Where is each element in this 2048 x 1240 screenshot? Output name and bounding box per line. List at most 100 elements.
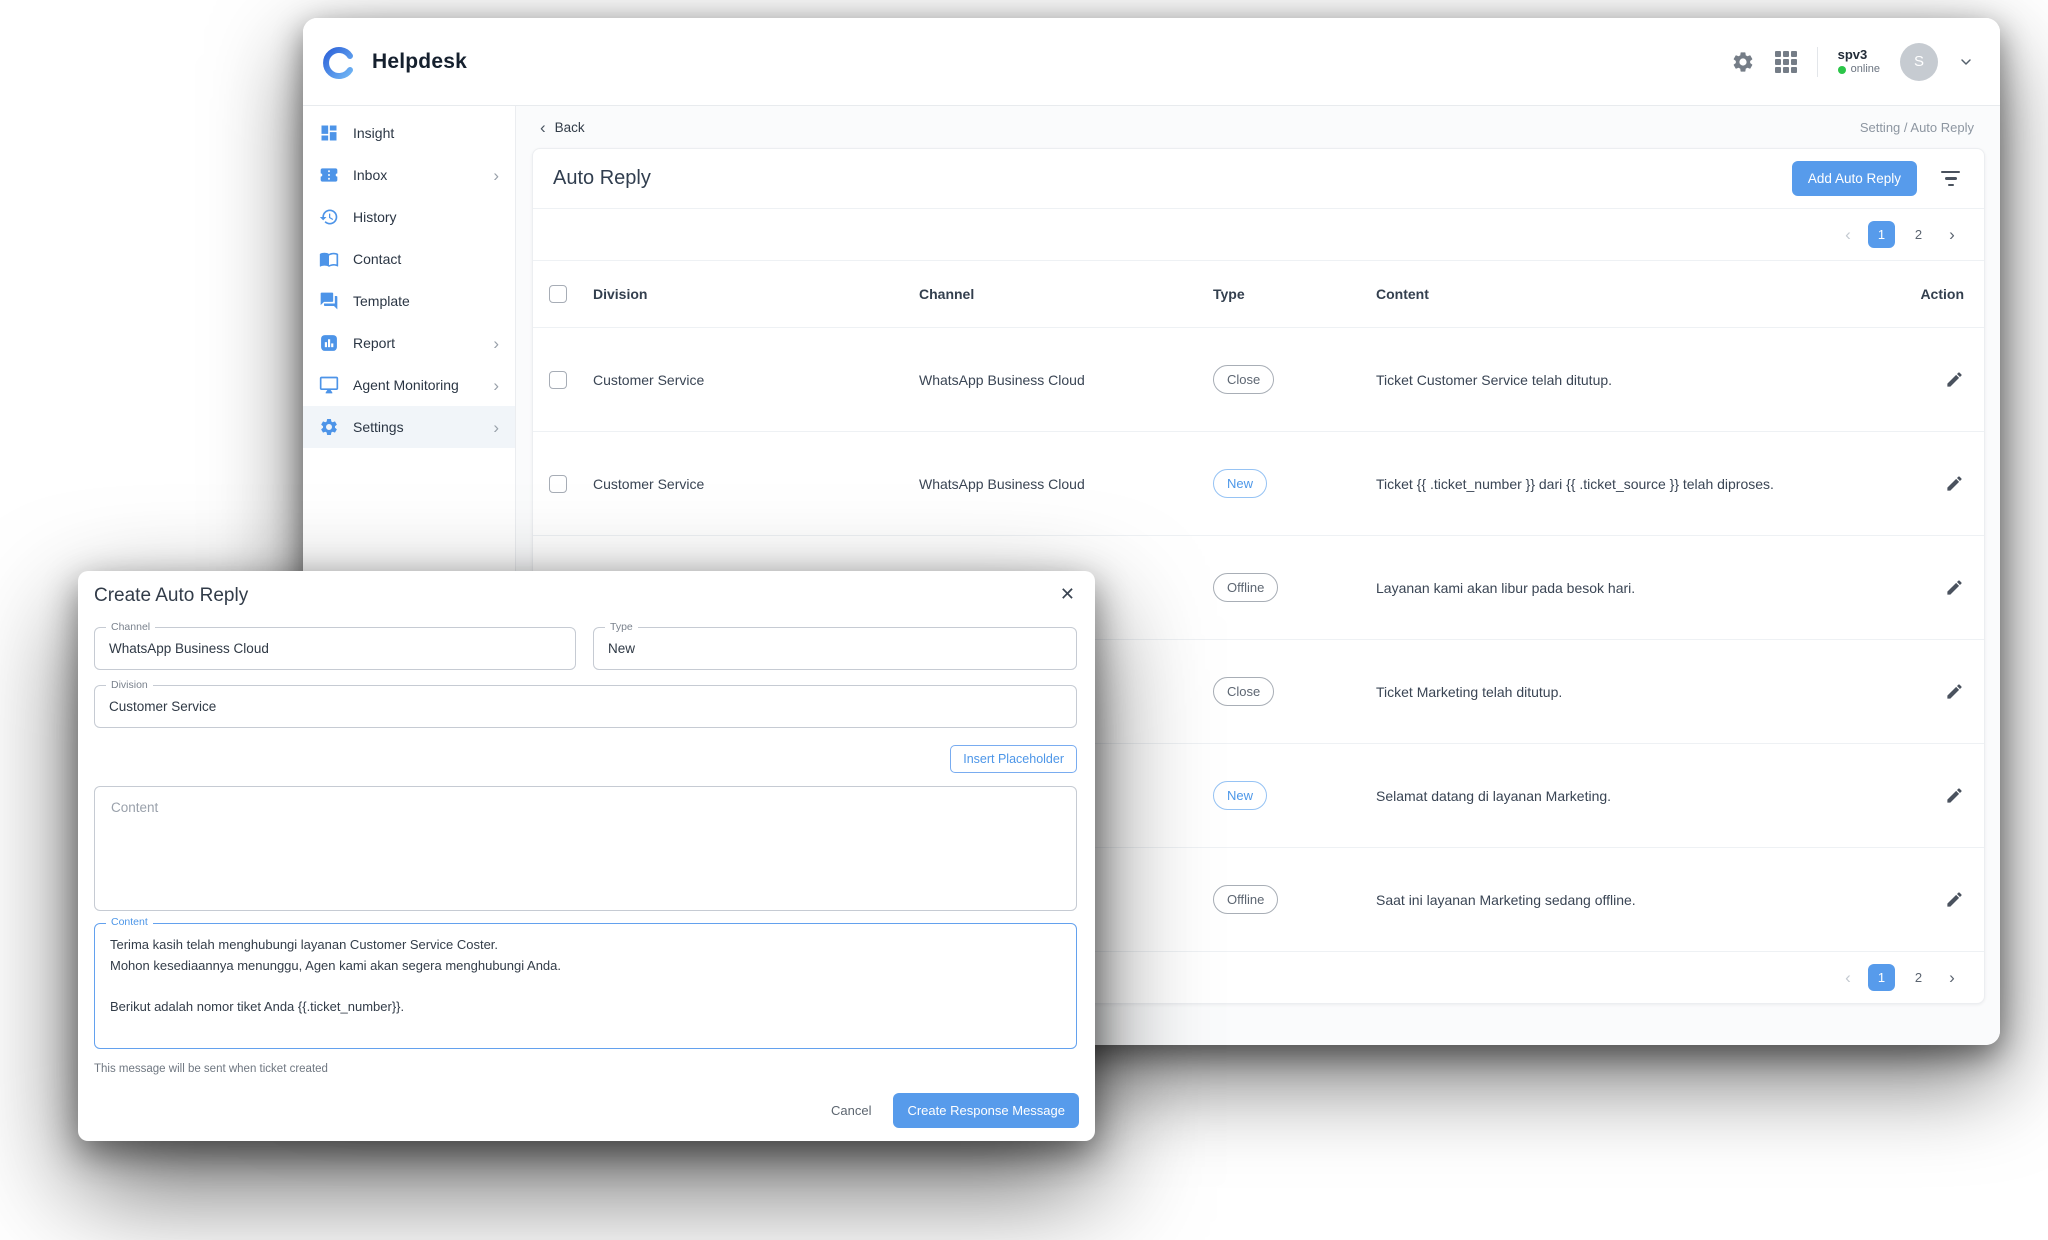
cancel-button[interactable]: Cancel [831, 1103, 871, 1118]
sidebar-item-label: Insight [353, 125, 394, 141]
sidebar-item-label: History [353, 209, 397, 225]
channel-field-value: WhatsApp Business Cloud [109, 641, 269, 656]
table-header: Division Channel Type Content Action [533, 261, 1984, 327]
type-field[interactable]: Type New [593, 627, 1077, 670]
chevron-right-icon: › [493, 419, 499, 436]
type-field-value: New [608, 641, 635, 656]
sidebar-item-inbox[interactable]: Inbox › [303, 154, 515, 196]
row-checkbox[interactable] [549, 475, 567, 493]
content-placeholder: Content [111, 800, 158, 815]
type-badge: Offline [1213, 885, 1278, 914]
cell-channel: WhatsApp Business Cloud [919, 372, 1213, 388]
chevron-left-icon: ‹ [540, 119, 546, 136]
topbar: Helpdesk spv3 online S [303, 18, 2000, 106]
cell-division: Customer Service [593, 476, 919, 492]
cell-content: Ticket Marketing telah ditutup. [1376, 684, 1912, 700]
sidebar-item-label: Inbox [353, 167, 387, 183]
edit-pencil-icon[interactable] [1945, 890, 1964, 909]
row-checkbox[interactable] [549, 371, 567, 389]
column-header-action: Action [1920, 286, 1964, 302]
breadcrumb: Setting / Auto Reply [1860, 120, 1974, 135]
pagination-page-1[interactable]: 1 [1868, 964, 1895, 991]
avatar[interactable]: S [1900, 43, 1938, 81]
chevron-right-icon: › [493, 167, 499, 184]
pagination-page-2[interactable]: 2 [1905, 221, 1932, 248]
cell-division: Customer Service [593, 372, 919, 388]
edit-pencil-icon[interactable] [1945, 578, 1964, 597]
sidebar-item-label: Report [353, 335, 395, 351]
chevron-right-icon: › [493, 335, 499, 352]
chevron-right-icon: › [493, 377, 499, 394]
apps-grid-icon[interactable] [1775, 51, 1797, 73]
filter-icon[interactable] [1937, 167, 1964, 191]
back-button[interactable]: ‹ Back [540, 119, 585, 136]
channel-field[interactable]: Channel WhatsApp Business Cloud [94, 627, 576, 670]
chat-icon [319, 291, 339, 311]
type-badge: New [1213, 469, 1267, 498]
table-row: Customer Service WhatsApp Business Cloud… [533, 327, 1984, 431]
type-field-label: Type [605, 621, 638, 635]
edit-pencil-icon[interactable] [1945, 786, 1964, 805]
insert-placeholder-button[interactable]: Insert Placeholder [950, 745, 1077, 773]
sidebar-item-report[interactable]: Report › [303, 322, 515, 364]
chevron-down-icon[interactable] [1958, 54, 1974, 70]
sidebar-item-insight[interactable]: Insight [303, 112, 515, 154]
cell-content: Selamat datang di layanan Marketing. [1376, 788, 1912, 804]
dashboard-icon [319, 123, 339, 143]
close-icon[interactable]: ✕ [1060, 584, 1075, 605]
column-header-type: Type [1213, 286, 1376, 302]
user-status-label: online [1851, 63, 1880, 77]
ticket-icon [319, 165, 339, 185]
add-auto-reply-button[interactable]: Add Auto Reply [1792, 161, 1917, 196]
helpdesk-logo-icon [319, 42, 359, 82]
topbar-divider [1817, 47, 1818, 77]
create-response-message-button[interactable]: Create Response Message [893, 1093, 1079, 1128]
brand: Helpdesk [319, 42, 467, 82]
gear-icon[interactable] [1731, 50, 1755, 74]
edit-pencil-icon[interactable] [1945, 682, 1964, 701]
sidebar-item-agent-monitoring[interactable]: Agent Monitoring › [303, 364, 515, 406]
type-badge: Close [1213, 677, 1274, 706]
cell-content: Layanan kami akan libur pada besok hari. [1376, 580, 1912, 596]
content-field-value: Terima kasih telah menghubungi layanan C… [110, 935, 1061, 1018]
column-header-content: Content [1376, 286, 1912, 302]
create-auto-reply-modal: Create Auto Reply ✕ Channel WhatsApp Bus… [78, 571, 1095, 1141]
content-textarea-empty[interactable]: Content [94, 786, 1077, 911]
cell-content: Ticket Customer Service telah ditutup. [1376, 372, 1912, 388]
division-field[interactable]: Division Customer Service [94, 685, 1077, 728]
type-badge: New [1213, 781, 1267, 810]
online-status-dot [1838, 66, 1846, 74]
content-textarea[interactable]: Content Terima kasih telah menghubungi l… [94, 923, 1077, 1049]
sidebar-item-label: Agent Monitoring [353, 377, 459, 393]
edit-pencil-icon[interactable] [1945, 474, 1964, 493]
table-row: Customer Service WhatsApp Business Cloud… [533, 431, 1984, 535]
pagination-page-2[interactable]: 2 [1905, 964, 1932, 991]
history-icon [319, 207, 339, 227]
select-all-checkbox[interactable] [549, 285, 567, 303]
pagination-next-icon[interactable]: › [1942, 968, 1962, 988]
pagination-prev-icon[interactable]: ‹ [1838, 225, 1858, 245]
gear-icon [319, 417, 339, 437]
sidebar-item-label: Template [353, 293, 410, 309]
pagination-prev-icon[interactable]: ‹ [1838, 968, 1858, 988]
bar-chart-icon [319, 333, 339, 353]
type-badge: Close [1213, 365, 1274, 394]
user-name: spv3 [1838, 47, 1880, 63]
pagination-page-1[interactable]: 1 [1868, 221, 1895, 248]
edit-pencil-icon[interactable] [1945, 370, 1964, 389]
sidebar-item-label: Contact [353, 251, 401, 267]
pagination-next-icon[interactable]: › [1942, 225, 1962, 245]
back-label: Back [555, 120, 585, 135]
cell-channel: WhatsApp Business Cloud [919, 476, 1213, 492]
sidebar-item-settings[interactable]: Settings › [303, 406, 515, 448]
cell-content: Saat ini layanan Marketing sedang offlin… [1376, 892, 1912, 908]
content-field-label: Content [106, 916, 153, 928]
column-header-division: Division [593, 286, 919, 302]
sidebar-item-template[interactable]: Template [303, 280, 515, 322]
modal-title: Create Auto Reply [94, 585, 248, 607]
app-title: Helpdesk [372, 50, 467, 74]
sidebar-item-history[interactable]: History [303, 196, 515, 238]
sidebar-item-contact[interactable]: Contact [303, 238, 515, 280]
page-title: Auto Reply [553, 167, 651, 190]
monitor-icon [319, 375, 339, 395]
